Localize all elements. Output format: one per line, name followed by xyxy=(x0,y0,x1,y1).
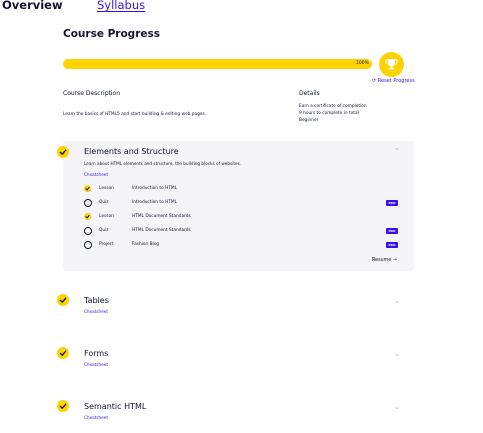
item-name[interactable]: HTML Document Standards xyxy=(132,214,191,219)
reset-label: Reset Progress xyxy=(377,78,415,84)
item-incomplete-icon xyxy=(84,241,92,249)
page-title: Course Progress xyxy=(63,28,161,40)
tab-overview[interactable]: Overview xyxy=(2,0,63,12)
course-description: Learn the basics of HTML5 and start buil… xyxy=(63,112,207,117)
arrow-right-icon: → xyxy=(392,258,397,263)
item-name[interactable]: Fashion Blog xyxy=(132,242,159,247)
tab-syllabus[interactable]: Syllabus xyxy=(97,0,145,12)
cheatsheet-link[interactable]: Cheatsheet xyxy=(84,172,108,177)
item-check-icon xyxy=(84,185,91,192)
module-title[interactable]: Forms xyxy=(84,349,108,358)
module-check-icon xyxy=(57,347,69,359)
chevron-up-icon[interactable]: ⌃ xyxy=(394,147,400,155)
module-title[interactable]: Semantic HTML xyxy=(84,402,146,411)
module-check-icon xyxy=(57,294,69,306)
pro-badge: PRO xyxy=(386,242,398,248)
item-type: Lesson xyxy=(99,186,114,191)
progress-percent: 100% xyxy=(356,61,369,66)
reset-progress-link[interactable]: ⟳ Reset Progress xyxy=(372,78,415,84)
cheatsheet-link[interactable]: Cheatsheet xyxy=(84,415,108,420)
module-check-icon xyxy=(57,400,69,412)
chevron-down-icon[interactable]: ⌄ xyxy=(394,403,400,411)
module-title[interactable]: Elements and Structure xyxy=(84,147,179,156)
item-type: Quiz xyxy=(99,200,109,205)
chevron-down-icon[interactable]: ⌄ xyxy=(394,297,400,305)
chevron-down-icon[interactable]: ⌄ xyxy=(394,350,400,358)
resume-link[interactable]: Resume → xyxy=(372,258,397,263)
item-incomplete-icon xyxy=(84,199,92,207)
resume-label: Resume xyxy=(372,258,392,263)
detail-hours: 9 hours to complete in total xyxy=(299,111,359,116)
item-type: Lesson xyxy=(99,214,114,219)
pro-badge: PRO xyxy=(386,200,398,206)
item-incomplete-icon xyxy=(84,227,92,235)
module-check-icon xyxy=(57,146,69,158)
detail-level: Beginner xyxy=(299,118,319,123)
details-heading: Details xyxy=(299,90,320,97)
detail-certificate: Earn a certificate of completion xyxy=(299,104,367,109)
module-description: Learn about HTML elements and structure,… xyxy=(84,161,242,166)
item-type: Quiz xyxy=(99,228,109,233)
item-name[interactable]: Introduction to HTML xyxy=(132,200,177,205)
progress-bar xyxy=(63,59,372,69)
item-type: Project xyxy=(99,242,114,247)
item-name[interactable]: HTML Document Standards xyxy=(132,228,191,233)
item-name[interactable]: Introduction to HTML xyxy=(132,186,177,191)
module-title[interactable]: Tables xyxy=(84,296,109,305)
cheatsheet-link[interactable]: Cheatsheet xyxy=(84,309,108,314)
cheatsheet-link[interactable]: Cheatsheet xyxy=(84,362,108,367)
item-check-icon xyxy=(84,213,91,220)
reset-icon: ⟳ xyxy=(372,78,377,84)
trophy-icon xyxy=(379,52,404,77)
course-description-heading: Course Description xyxy=(63,90,121,97)
pro-badge: PRO xyxy=(386,228,398,234)
